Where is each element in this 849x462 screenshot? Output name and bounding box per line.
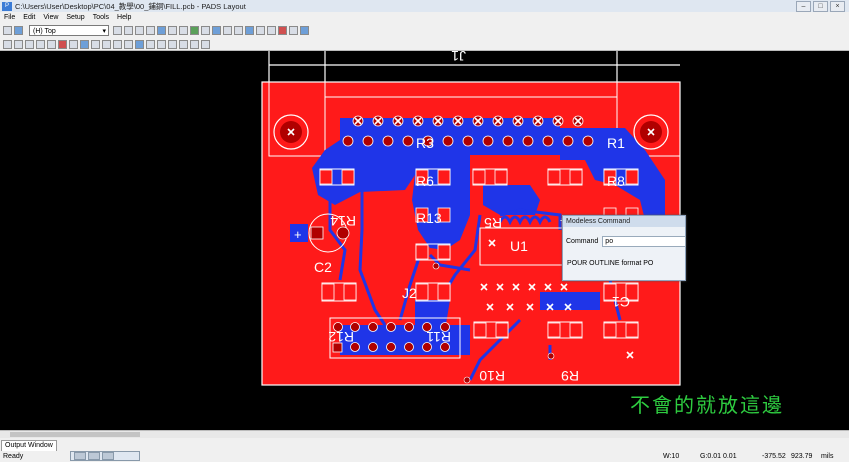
- menu-bar: File Edit View Setup Tools Help: [0, 12, 849, 23]
- menu-file[interactable]: File: [0, 14, 19, 21]
- pour-icon[interactable]: [91, 39, 100, 49]
- select-icon[interactable]: [157, 26, 166, 35]
- status-x: -375.52: [762, 453, 786, 460]
- redo-icon[interactable]: [124, 26, 133, 35]
- modeless-command-dialog[interactable]: Modeless Command Command POUR OUTLINE fo…: [562, 215, 687, 281]
- ref-r11: R11: [426, 329, 451, 345]
- status-units: mils: [821, 453, 834, 460]
- menu-edit[interactable]: Edit: [19, 14, 39, 21]
- mini-close-icon[interactable]: [102, 452, 114, 460]
- outline-icon[interactable]: [201, 39, 210, 49]
- pcb-canvas[interactable]: J1 R3 R1 R6 R8 R13 R5 R4 R14 U1 C2 J2 C1…: [0, 51, 849, 430]
- title-bar: P C:\Users\User\Desktop\PC\04_教學\00_鋪銅\F…: [0, 0, 849, 12]
- menu-setup[interactable]: Setup: [62, 14, 88, 21]
- pointer-icon[interactable]: [3, 39, 12, 49]
- ref-r9: R9: [561, 368, 579, 384]
- line-icon[interactable]: [14, 39, 23, 49]
- trace-icon[interactable]: [135, 39, 144, 49]
- ref-c2: C2: [314, 259, 332, 275]
- scrollbar-thumb[interactable]: [10, 432, 140, 437]
- ref-r8: R8: [607, 173, 625, 189]
- text-icon[interactable]: [69, 39, 78, 49]
- standard-toolbar: (H) Top: [0, 23, 849, 38]
- pcb-board: J1 R3 R1 R6 R8 R13 R5 R4 R14 U1 C2 J2 C1…: [261, 51, 681, 386]
- report-icon[interactable]: [289, 26, 298, 35]
- c2-plus-sign: +: [294, 227, 302, 242]
- ref-r13: R13: [416, 210, 442, 226]
- open-icon[interactable]: [3, 26, 12, 35]
- ref-r14: R14: [330, 213, 356, 229]
- command-message: POUR OUTLINE format PO: [567, 260, 654, 267]
- status-ready: Ready: [3, 453, 24, 460]
- merge-icon[interactable]: [179, 39, 188, 49]
- plane-icon[interactable]: [157, 39, 166, 49]
- mini-maximize-icon[interactable]: [88, 452, 100, 460]
- ref-r12: R12: [328, 329, 354, 345]
- arc-icon[interactable]: [25, 39, 34, 49]
- via-icon[interactable]: [124, 39, 133, 49]
- ref-r6: R6: [416, 173, 434, 189]
- status-width: W:10: [663, 453, 680, 460]
- flood-icon[interactable]: [146, 39, 155, 49]
- maximize-button[interactable]: □: [813, 1, 828, 12]
- overlay-caption: 不會的就放這邊: [630, 393, 784, 417]
- command-input[interactable]: [602, 236, 687, 247]
- ref-r10: R10: [479, 368, 505, 384]
- undo-icon[interactable]: [113, 26, 122, 35]
- keepout-icon[interactable]: [58, 39, 67, 49]
- ref-r3: R3: [416, 135, 434, 151]
- paste-icon[interactable]: [146, 26, 155, 35]
- board-icon[interactable]: [256, 26, 265, 35]
- split-icon[interactable]: [190, 39, 199, 49]
- ref-r5: R5: [484, 215, 502, 231]
- pads-icon: P: [2, 1, 12, 11]
- copper-icon[interactable]: [80, 39, 89, 49]
- zoom-icon[interactable]: [168, 26, 177, 35]
- j1-outline: [268, 51, 680, 82]
- command-label: Command: [566, 238, 599, 245]
- status-grid: G:0.01 0.01: [700, 453, 737, 460]
- cutout-icon[interactable]: [168, 39, 177, 49]
- c2-square-pad: [310, 226, 324, 240]
- drafting-toolbar: [0, 38, 849, 51]
- status-y: 923.79: [791, 453, 813, 460]
- properties-icon[interactable]: [212, 26, 221, 35]
- ref-u1: U1: [510, 238, 528, 254]
- save-icon[interactable]: [14, 26, 23, 35]
- mini-restore-icon[interactable]: [74, 452, 86, 460]
- close-button[interactable]: ×: [830, 1, 845, 12]
- menu-tools[interactable]: Tools: [89, 14, 113, 21]
- dimension-icon[interactable]: [113, 39, 122, 49]
- ref-j1: J1: [451, 51, 466, 64]
- minimize-button[interactable]: –: [796, 1, 811, 12]
- modeless-title[interactable]: Modeless Command: [563, 216, 685, 227]
- display-icon[interactable]: [234, 26, 243, 35]
- copy-icon[interactable]: [135, 26, 144, 35]
- menu-view[interactable]: View: [39, 14, 62, 21]
- minimized-window[interactable]: [70, 451, 140, 461]
- route-icon[interactable]: [190, 26, 199, 35]
- output-window-bar: Output Window: [0, 438, 849, 452]
- rect-icon[interactable]: [47, 39, 56, 49]
- layer-select[interactable]: (H) Top: [29, 25, 109, 37]
- drc-icon[interactable]: [278, 26, 287, 35]
- verify-icon[interactable]: [267, 26, 276, 35]
- window-title: C:\Users\User\Desktop\PC\04_教學\00_鋪銅\FIL…: [15, 1, 246, 11]
- 3d-view-icon[interactable]: [300, 26, 309, 35]
- hatch-icon[interactable]: [102, 39, 111, 49]
- circle-icon[interactable]: [36, 39, 45, 49]
- layers-icon[interactable]: [245, 26, 254, 35]
- pan-icon[interactable]: [201, 26, 210, 35]
- ref-c1: C1: [612, 294, 630, 310]
- view-icon[interactable]: [223, 26, 232, 35]
- redraw-icon[interactable]: [179, 26, 188, 35]
- ref-j2: J2: [402, 285, 417, 301]
- ref-r1: R1: [607, 135, 625, 151]
- menu-help[interactable]: Help: [113, 14, 135, 21]
